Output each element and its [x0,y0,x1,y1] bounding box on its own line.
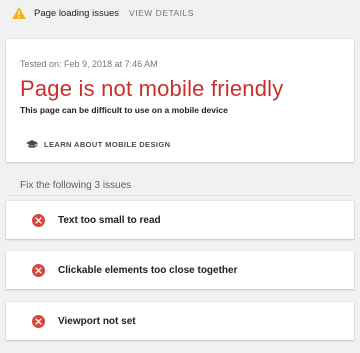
result-headline: Page is not mobile friendly [20,76,284,101]
issue-label: Viewport not set [58,315,136,327]
issue-label: Clickable elements too close together [58,264,238,276]
issue-viewport-not-set[interactable]: Viewport not set [6,302,354,340]
issue-clickable-elements[interactable]: Clickable elements too close together [6,251,354,289]
view-details-link[interactable]: VIEW DETAILS [129,8,194,18]
result-subline: This page can be difficult to use on a m… [20,105,228,115]
learn-mobile-design-label: LEARN ABOUT MOBILE DESIGN [44,140,171,149]
error-circle-icon [32,314,45,328]
result-card: Tested on: Feb 9, 2018 at 7:46 AM Page i… [6,39,354,162]
issue-label: Text too small to read [58,214,161,226]
loading-issues-bar: Page loading issues VIEW DETAILS [0,0,360,26]
divider [6,195,354,196]
tested-timestamp: Tested on: Feb 9, 2018 at 7:46 AM [20,59,158,69]
learn-mobile-design-link[interactable]: LEARN ABOUT MOBILE DESIGN [26,140,170,149]
graduation-cap-icon [26,140,38,148]
issues-heading: Fix the following 3 issues [20,180,132,191]
error-circle-icon [32,263,45,277]
issue-text-too-small[interactable]: Text too small to read [6,201,354,239]
loading-issues-message: Page loading issues [34,7,120,19]
warning-icon [12,7,26,19]
error-circle-icon [32,213,45,227]
